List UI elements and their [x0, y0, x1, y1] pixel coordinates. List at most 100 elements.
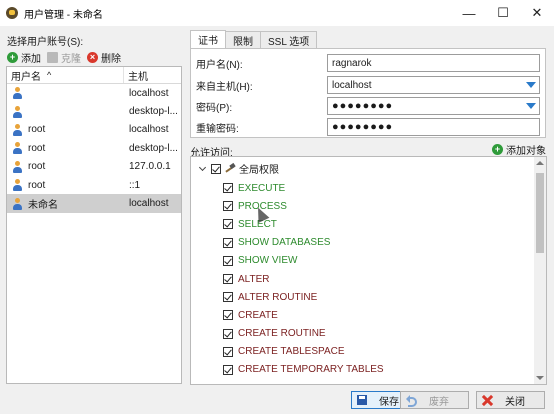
host-label: 来自主机(H): [196, 81, 253, 93]
privilege-item[interactable]: SHOW DATABASES [223, 234, 384, 252]
privilege-checkbox[interactable] [223, 237, 233, 248]
user-cell: root [28, 161, 46, 173]
add-user-label: 添加 [21, 54, 41, 65]
delete-user-button[interactable]: × 删除 [87, 50, 121, 65]
close-label: 关闭 [505, 396, 525, 408]
column-header-user[interactable]: 用户名 ^ [7, 67, 124, 83]
table-row[interactable]: root 127.0.0.1 [7, 158, 181, 176]
chevron-down-icon[interactable] [199, 164, 208, 173]
close-icon [482, 395, 493, 406]
table-row[interactable]: root localhost [7, 121, 181, 139]
table-row[interactable]: desktop-l... [7, 102, 181, 120]
add-user-button[interactable]: + 添加 [7, 50, 41, 65]
credentials-panel: 用户名(N): ragnarok 来自主机(H): localhost 密码(P… [190, 48, 546, 138]
host-cell: localhost [129, 124, 169, 136]
scroll-thumb[interactable] [536, 173, 544, 253]
privileges-scrollbar[interactable] [534, 157, 546, 384]
privilege-item[interactable]: SELECT [223, 215, 384, 233]
user-cell: 未命名 [28, 200, 58, 212]
tab-credentials[interactable]: 证书 [190, 30, 226, 48]
privilege-label: SHOW DATABASES [238, 237, 331, 249]
global-privileges-checkbox[interactable] [211, 163, 221, 174]
host-cell: localhost [129, 198, 169, 210]
user-icon [12, 160, 23, 173]
table-row[interactable]: localhost [7, 84, 181, 102]
column-header-host[interactable]: 主机 [124, 67, 181, 83]
chevron-down-icon[interactable] [526, 103, 536, 109]
table-row[interactable]: root ::1 [7, 176, 181, 194]
user-account-table: 用户名 ^ 主机 localhost desktop-l... root loc… [6, 66, 182, 384]
privilege-checkbox[interactable] [223, 328, 233, 339]
privilege-item[interactable]: EXECUTE [223, 179, 384, 197]
table-row[interactable]: root desktop-l... [7, 139, 181, 157]
close-button[interactable]: 关闭 [476, 391, 545, 409]
close-window-button[interactable]: ✕ [520, 0, 554, 26]
window-title: 用户管理 - 未命名 [24, 9, 103, 21]
user-icon [12, 197, 23, 210]
password-field[interactable]: ●●●●●●●● [327, 97, 540, 115]
user-icon [12, 179, 23, 192]
privilege-checkbox[interactable] [223, 346, 233, 357]
settings-tabs: 证书 限制 SSL 选项 [190, 30, 318, 48]
privilege-item[interactable]: ALTER ROUTINE [223, 288, 384, 306]
add-object-button[interactable]: + 添加对象 [492, 142, 546, 157]
privilege-item[interactable]: ALTER [223, 270, 384, 288]
clone-user-button[interactable]: 克隆 [47, 50, 81, 65]
add-object-label: 添加对象 [506, 146, 546, 157]
host-combobox[interactable]: localhost [327, 76, 540, 94]
user-cell: root [28, 124, 46, 136]
privilege-list: EXECUTE PROCESS SELECT SHOW DATABASES SH… [223, 179, 384, 379]
privilege-checkbox[interactable] [223, 255, 233, 266]
scroll-up-icon[interactable] [536, 161, 544, 165]
discard-button[interactable]: 废弃 [400, 391, 469, 409]
privilege-item[interactable]: SHOW VIEW [223, 252, 384, 270]
host-cell: 127.0.0.1 [129, 161, 171, 173]
maximize-button[interactable]: ☐ [486, 0, 520, 26]
tab-ssl-options[interactable]: SSL 选项 [260, 31, 318, 48]
privilege-checkbox[interactable] [223, 201, 233, 212]
privilege-item[interactable]: CREATE TEMPORARY TABLES [223, 361, 384, 379]
scroll-down-icon[interactable] [536, 376, 544, 380]
privilege-item[interactable]: CREATE [223, 306, 384, 324]
privilege-label: CREATE [238, 309, 278, 321]
privilege-label: EXECUTE [238, 182, 286, 194]
privilege-label: CREATE ROUTINE [238, 328, 326, 340]
host-cell: desktop-l... [129, 142, 178, 154]
table-row-selected[interactable]: 未命名 localhost [7, 194, 181, 213]
tree-node-global[interactable]: 全局权限 [199, 162, 279, 176]
privilege-label: ALTER ROUTINE [238, 291, 318, 303]
privilege-checkbox[interactable] [223, 292, 233, 303]
save-label: 保存 [379, 396, 399, 408]
privilege-checkbox[interactable] [223, 219, 233, 230]
privilege-item[interactable]: CREATE TABLESPACE [223, 343, 384, 361]
clone-user-label: 克隆 [61, 54, 81, 65]
privilege-checkbox[interactable] [223, 274, 233, 285]
user-icon [12, 87, 23, 100]
privilege-item[interactable]: PROCESS [223, 197, 384, 215]
privilege-checkbox[interactable] [223, 364, 233, 375]
select-user-label: 选择用户账号(S): [7, 37, 84, 48]
privilege-checkbox[interactable] [223, 310, 233, 321]
user-cell: root [28, 142, 46, 154]
privilege-label: CREATE TEMPORARY TABLES [238, 364, 384, 376]
add-icon: + [7, 52, 18, 63]
privilege-checkbox[interactable] [223, 183, 233, 194]
user-icon [12, 142, 23, 155]
host-cell: localhost [129, 87, 169, 99]
host-cell: desktop-l... [129, 106, 178, 118]
privilege-label: SHOW VIEW [238, 255, 298, 267]
sort-ascending-icon: ^ [47, 70, 52, 80]
chevron-down-icon[interactable] [526, 82, 536, 88]
clone-icon [47, 52, 58, 63]
password-value: ●●●●●●●● [332, 100, 394, 112]
user-cell: root [28, 179, 46, 191]
tab-limits[interactable]: 限制 [225, 31, 261, 48]
minimize-button[interactable]: — [452, 0, 486, 26]
discard-label: 废弃 [429, 396, 449, 408]
username-field[interactable]: ragnarok [327, 54, 540, 72]
delete-icon: × [87, 52, 98, 63]
privilege-item[interactable]: CREATE ROUTINE [223, 325, 384, 343]
privileges-tree: 全局权限 EXECUTE PROCESS SELECT SHOW DATABAS… [190, 156, 547, 385]
app-icon [6, 7, 18, 19]
repeat-password-field[interactable]: ●●●●●●●● [327, 118, 540, 136]
